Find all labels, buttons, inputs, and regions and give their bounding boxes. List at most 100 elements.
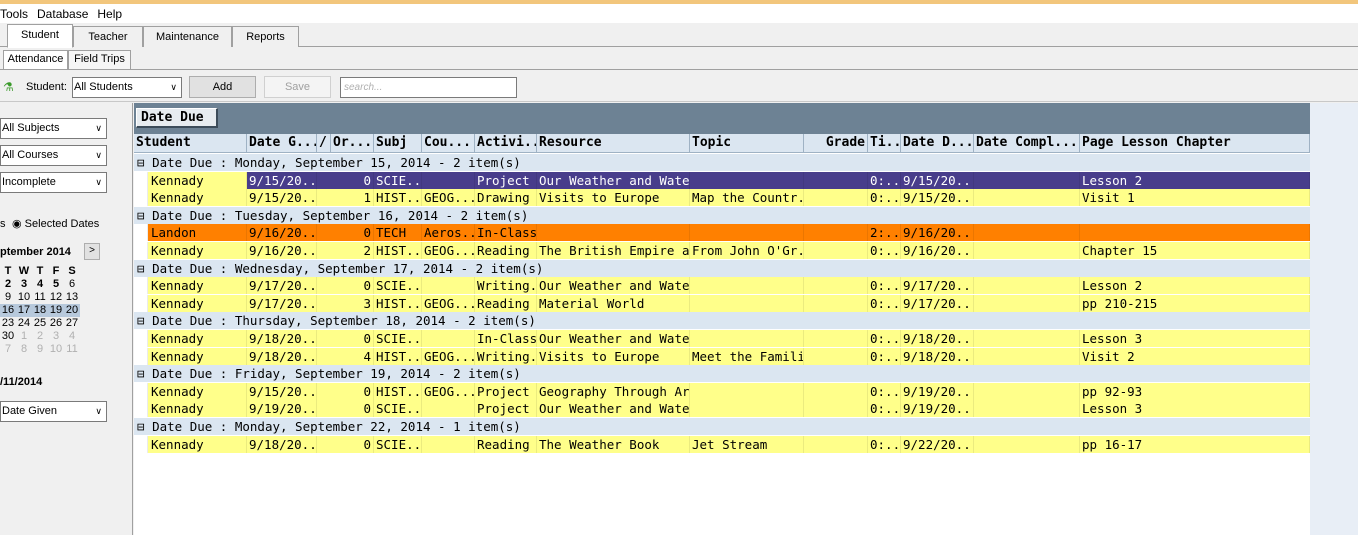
table-row[interactable]: Kennady9/15/20...0HIST...GEOG...ProjectG…	[134, 382, 1310, 400]
cell-course[interactable]: GEOG...	[422, 189, 475, 207]
tab-maintenance[interactable]: Maintenance	[143, 26, 232, 47]
tab-teacher[interactable]: Teacher	[73, 26, 143, 47]
cell-resource[interactable]: Visits to Europe	[537, 189, 690, 207]
cell-date-due[interactable]: 9/17/20...	[901, 277, 974, 295]
calendar-day[interactable]: 11	[64, 343, 80, 356]
cell-resource[interactable]	[537, 224, 690, 242]
cell-grade[interactable]	[804, 435, 868, 453]
cell-time[interactable]: 0:...	[868, 294, 901, 312]
cell-date-given[interactable]: 9/15/20...	[247, 189, 317, 207]
table-row[interactable]: Kennady9/18/20...0SCIE... ReadingThe Weat…	[134, 435, 1310, 453]
calendar-today-label[interactable]: /11/2014	[0, 376, 42, 388]
cell-date-completed[interactable]	[974, 189, 1080, 207]
calendar-day[interactable]: 10	[16, 291, 32, 304]
cell-date-completed[interactable]	[974, 347, 1080, 365]
cell-time[interactable]: 0:...	[868, 277, 901, 295]
cell-date-due[interactable]: 9/16/20...	[901, 224, 974, 242]
cell-course[interactable]	[422, 330, 475, 347]
table-row[interactable]: Kennady9/18/20...4HIST...GEOG...Writing.…	[134, 347, 1310, 365]
table-row[interactable]: Kennady9/17/20...0SCIE...Writing...Our W…	[134, 277, 1310, 295]
cell-subj[interactable]: SCIE...	[374, 435, 422, 453]
cell-time[interactable]: 0:...	[868, 171, 901, 189]
cell-student[interactable]: Kennady	[148, 171, 247, 189]
calendar-day[interactable]: 3	[16, 278, 32, 291]
group-chip-date-due[interactable]: Date Due	[136, 108, 218, 128]
col-date-due-header[interactable]: Date D...	[901, 134, 974, 153]
table-row[interactable]: Kennady9/16/20...2HIST...GEOG...ReadingT…	[134, 242, 1310, 259]
calendar-day[interactable]: 12	[48, 291, 64, 304]
cell-page[interactable]: pp 92-93	[1080, 382, 1310, 400]
calendar-day[interactable]: 4	[32, 278, 48, 291]
cell-order[interactable]: 1	[317, 189, 374, 207]
collapse-icon[interactable]: ⊟	[137, 261, 152, 276]
cell-topic[interactable]	[690, 382, 804, 400]
calendar-day-selected[interactable]: 16	[0, 304, 16, 317]
cell-topic[interactable]	[690, 294, 804, 312]
cell-student[interactable]: Kennady	[148, 400, 247, 418]
cell-order[interactable]: 0	[317, 171, 374, 189]
cell-date-given[interactable]: 9/15/20...	[247, 382, 317, 400]
cell-time[interactable]: 0:...	[868, 435, 901, 453]
cell-date-completed[interactable]	[974, 400, 1080, 418]
cell-resource[interactable]: The Weather Book	[537, 435, 690, 453]
cell-date-completed[interactable]	[974, 171, 1080, 189]
cell-page[interactable]: Visit 2	[1080, 347, 1310, 365]
calendar-day[interactable]: 23	[0, 317, 16, 330]
cell-resource[interactable]: Our Weather and Water	[537, 400, 690, 418]
cell-date-completed[interactable]	[974, 224, 1080, 242]
cell-resource[interactable]: Our Weather and Water	[537, 330, 690, 347]
cell-course[interactable]: GEOG...	[422, 242, 475, 259]
selected-dates-radio[interactable]: ◉ Selected Dates	[12, 217, 99, 230]
cell-time[interactable]: 2:...	[868, 224, 901, 242]
cell-student[interactable]: Kennady	[148, 347, 247, 365]
cell-grade[interactable]	[804, 242, 868, 259]
cell-date-due[interactable]: 9/22/20...	[901, 435, 974, 453]
cell-order[interactable]: 0	[317, 382, 374, 400]
cell-subj[interactable]: HIST...	[374, 347, 422, 365]
col-subject-header[interactable]: Subj	[374, 134, 422, 153]
calendar-day[interactable]: 30	[0, 330, 16, 343]
calendar-day[interactable]: 5	[48, 278, 64, 291]
collapse-icon[interactable]: ⊟	[137, 208, 152, 223]
cell-topic[interactable]: Jet Stream	[690, 435, 804, 453]
cell-date-completed[interactable]	[974, 382, 1080, 400]
cell-topic[interactable]	[690, 224, 804, 242]
cell-course[interactable]	[422, 171, 475, 189]
cell-student[interactable]: Kennady	[148, 435, 247, 453]
cell-date-given[interactable]: 9/16/20...	[247, 242, 317, 259]
cell-time[interactable]: 0:...	[868, 189, 901, 207]
calendar-next-button[interactable]: >	[84, 243, 100, 260]
cell-page[interactable]: Lesson 3	[1080, 400, 1310, 418]
cell-time[interactable]: 0:...	[868, 242, 901, 259]
cell-student[interactable]: Kennady	[148, 189, 247, 207]
cell-page[interactable]: pp 210-215	[1080, 294, 1310, 312]
cell-resource[interactable]: Our Weather and Water	[537, 277, 690, 295]
cell-order[interactable]: 4	[317, 347, 374, 365]
cell-date-due[interactable]: 9/16/20...	[901, 242, 974, 259]
cell-date-completed[interactable]	[974, 435, 1080, 453]
cell-resource[interactable]: The British Empire an...	[537, 242, 690, 259]
collapse-icon[interactable]: ⊟	[137, 313, 152, 328]
cell-date-due[interactable]: 9/18/20...	[901, 330, 974, 347]
calendar-day-selected[interactable]: 19	[48, 304, 64, 317]
calendar-day[interactable]: 13	[64, 291, 80, 304]
save-button[interactable]: Save	[264, 76, 331, 98]
cell-subj[interactable]: SCIE...	[374, 171, 422, 189]
calendar-day[interactable]: 26	[48, 317, 64, 330]
cell-student[interactable]: Landon	[148, 224, 247, 242]
col-student-header[interactable]: Student	[134, 134, 247, 153]
calendar-day[interactable]: 10	[48, 343, 64, 356]
cell-page[interactable]: pp 16-17	[1080, 435, 1310, 453]
cell-course[interactable]: Aeros...	[422, 224, 475, 242]
calendar-day[interactable]: 4	[64, 330, 80, 343]
calendar-day-selected[interactable]: 18	[32, 304, 48, 317]
cell-topic[interactable]: Meet the Famili...	[690, 347, 804, 365]
collapse-icon[interactable]: ⊟	[137, 155, 152, 170]
cell-date-given[interactable]: 9/18/20...	[247, 347, 317, 365]
cell-date-given[interactable]: 9/18/20...	[247, 330, 317, 347]
cell-activity[interactable]: Reading	[475, 294, 537, 312]
calendar-day[interactable]: 9	[0, 291, 16, 304]
col-date-completed-header[interactable]: Date Compl...	[974, 134, 1080, 153]
group-row[interactable]: ⊟ Date Due : Thursday, September 18, 201…	[134, 312, 1310, 330]
cell-grade[interactable]	[804, 277, 868, 295]
